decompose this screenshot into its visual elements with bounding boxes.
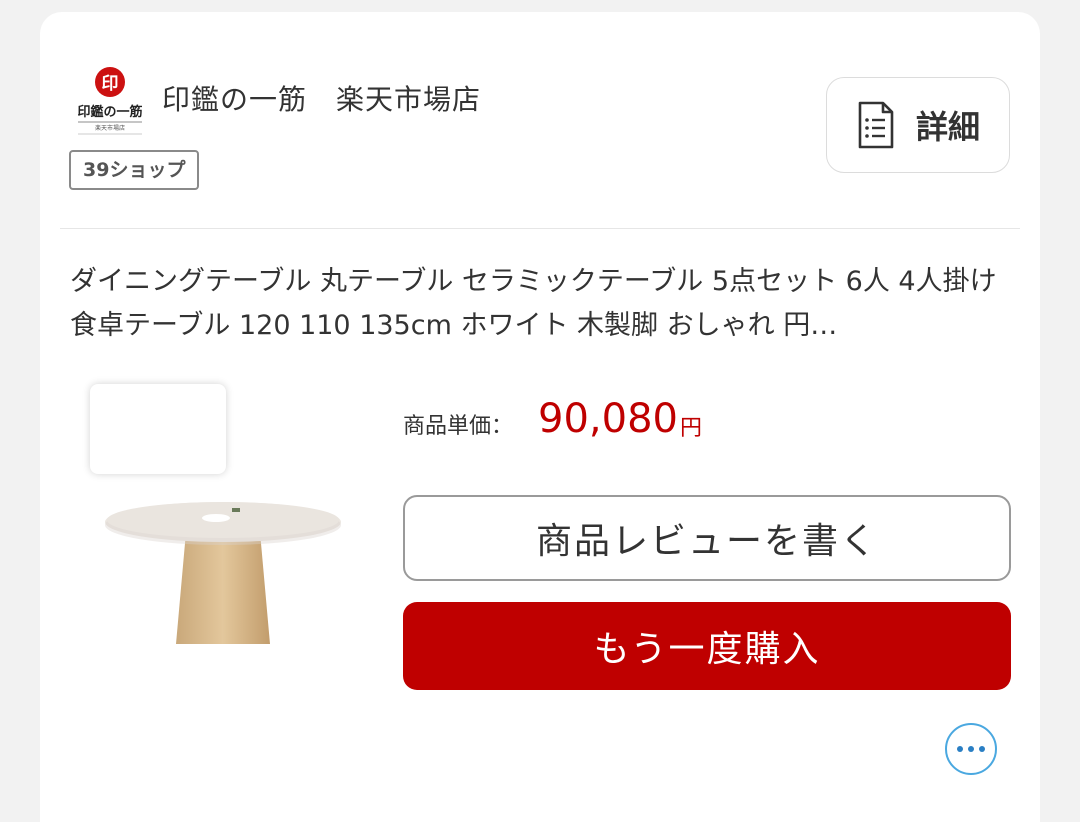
price-unit: 円 [680, 416, 703, 441]
product-thumbnail-frame [90, 384, 226, 474]
shop-badge: 39ショップ [69, 150, 200, 190]
shop-logo-text: 印鑑の一筋 [77, 104, 142, 120]
details-button-label: 詳細 [915, 108, 980, 146]
more-dots-icon [979, 746, 985, 752]
product-image[interactable] [98, 492, 348, 652]
price-label: 商品単価： [403, 414, 514, 439]
divider [60, 228, 1020, 229]
shop-logo-subtext: 楽天市場店 [95, 124, 125, 132]
buy-again-button[interactable]: もう一度購入 [403, 602, 1011, 690]
document-list-icon [858, 101, 894, 149]
more-dots-icon [968, 746, 974, 752]
order-card: 印 印鑑の一筋 楽天市場店 印鑑の一筋 楽天市場店 39ショップ 詳細 ダイニン… [40, 12, 1040, 822]
write-review-button[interactable]: 商品レビューを書く [403, 495, 1011, 581]
more-options-button[interactable] [945, 723, 997, 775]
more-dots-icon [957, 746, 963, 752]
svg-text:印: 印 [102, 74, 119, 94]
shop-logo[interactable]: 印 印鑑の一筋 楽天市場店 [72, 64, 148, 142]
shop-name[interactable]: 印鑑の一筋 楽天市場店 [162, 78, 481, 118]
price-value: 90,080 [538, 396, 678, 442]
details-button[interactable]: 詳細 [826, 77, 1010, 173]
product-title[interactable]: ダイニングテーブル 丸テーブル セラミックテーブル 5点セット 6人 4人掛け … [70, 260, 1000, 348]
